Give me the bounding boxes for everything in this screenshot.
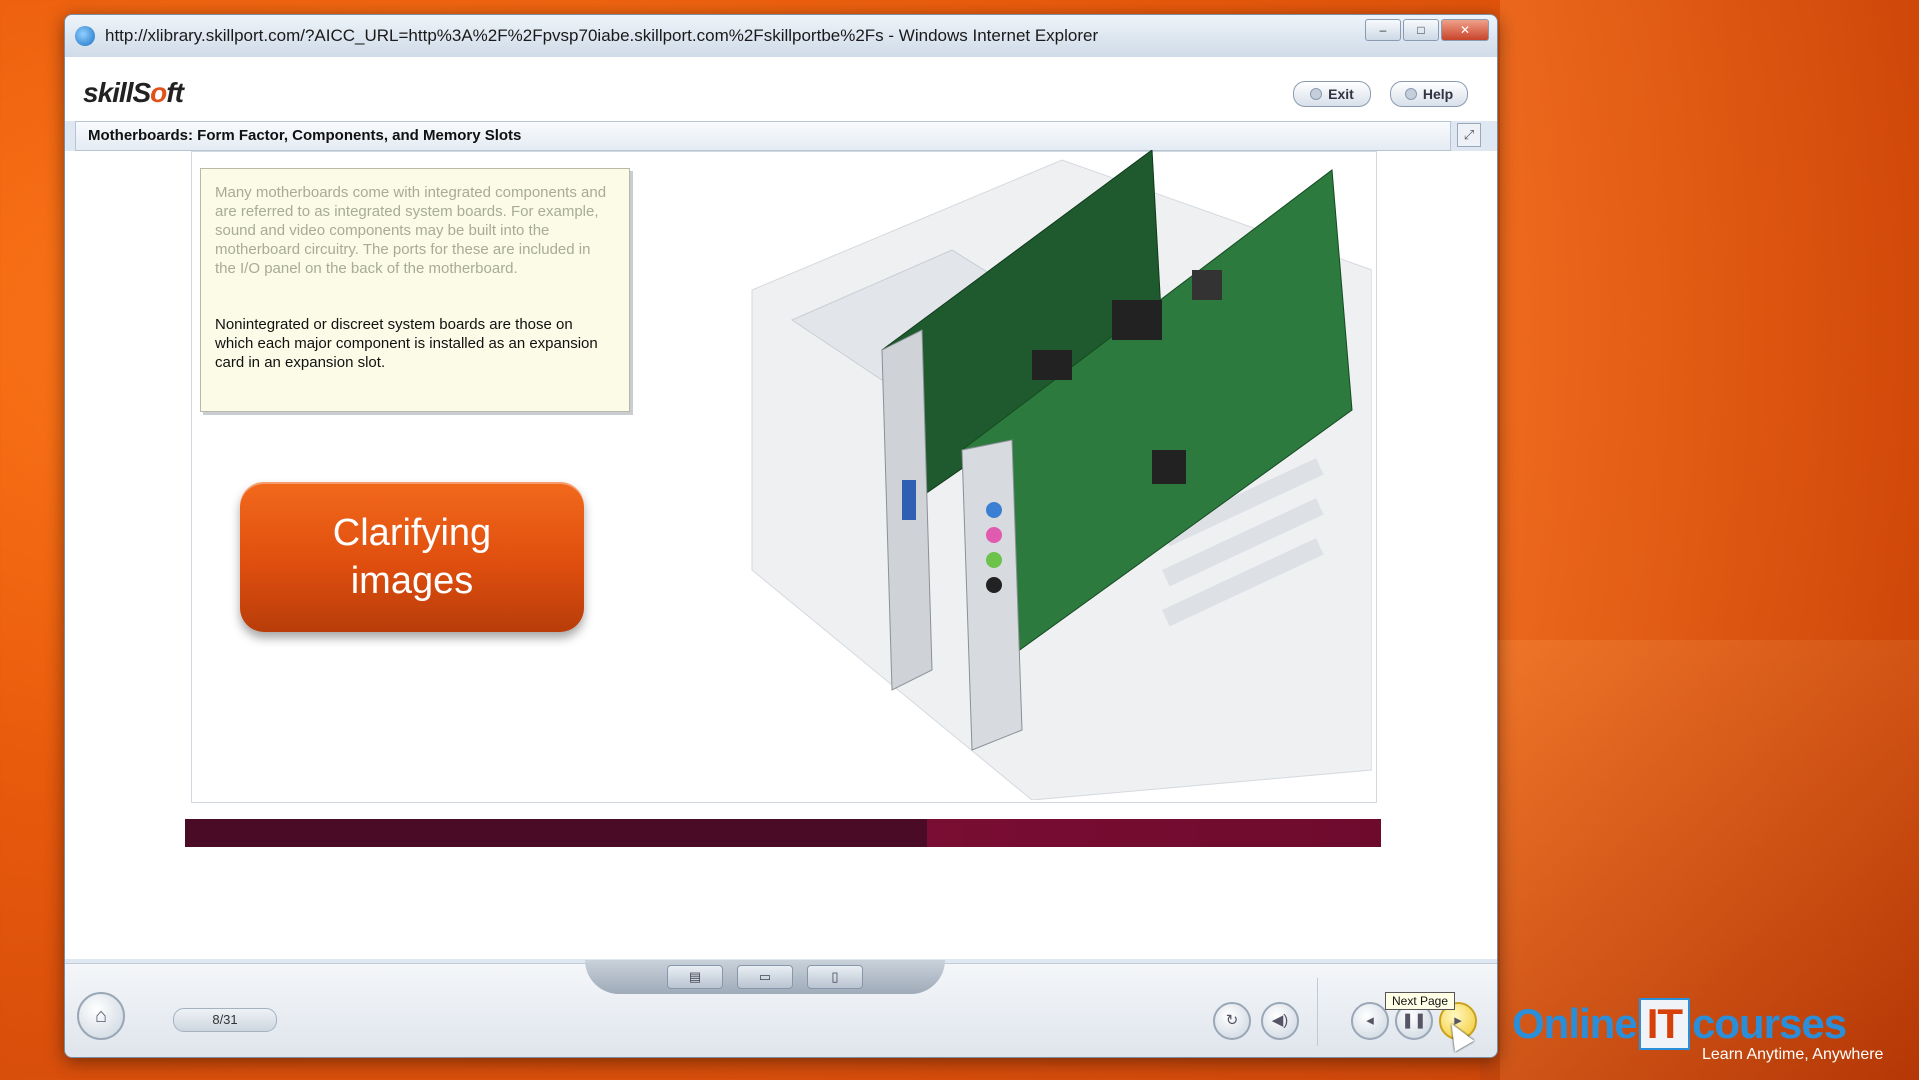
callout-text-main: Nonintegrated or discreet system boards … [215, 316, 598, 371]
watermark-tagline: Learn Anytime, Anywhere [1702, 1046, 1884, 1063]
window-title: http://xlibrary.skillport.com/?AICC_URL=… [105, 26, 1099, 45]
center-tray: ▤ ▭ ▯ [585, 960, 945, 994]
course-title-bar: Motherboards: Form Factor, Components, a… [75, 121, 1451, 151]
watermark-brand-right: courses [1692, 1000, 1847, 1047]
ie-icon [75, 26, 95, 46]
logo-prefix: skillS [83, 77, 151, 108]
title-bar[interactable]: http://xlibrary.skillport.com/?AICC_URL=… [65, 15, 1497, 58]
watermark-brand-left: Online [1512, 1000, 1638, 1047]
close-button[interactable]: ✕ [1441, 19, 1489, 41]
replay-icon[interactable]: ↻ [1213, 1002, 1251, 1040]
watermark-brand-it: IT [1638, 998, 1691, 1050]
help-icon [1404, 88, 1417, 100]
next-page-tooltip: Next Page [1385, 992, 1456, 1010]
content-area: Many motherboards come with integrated c… [65, 150, 1497, 959]
app-header: skillSoft Exit Help [65, 57, 1497, 121]
clarifying-images-label: Clarifying images [240, 482, 584, 632]
browser-window: http://xlibrary.skillport.com/?AICC_URL=… [64, 14, 1498, 1058]
watermark-logo: Online IT courses Learn Anytime, Anywhere [1512, 998, 1883, 1063]
course-title: Motherboards: Form Factor, Components, a… [88, 127, 522, 144]
exit-icon [1310, 88, 1323, 100]
previous-page-icon[interactable]: ◂ [1351, 1002, 1389, 1040]
highlight-line-1: Clarifying [332, 512, 492, 554]
logo-suffix: ft [166, 77, 184, 108]
home-button[interactable]: ⌂ [77, 992, 125, 1040]
logo-o: o [150, 77, 167, 108]
player-controls: ▤ ▭ ▯ ⌂ 8/31 ↻ ◀) ◂ ❚❚ ▸ Next Page [65, 960, 1497, 1057]
audio-icon[interactable]: ◀) [1261, 1002, 1299, 1040]
expand-icon[interactable]: ⤢ [1457, 123, 1481, 147]
help-button[interactable]: Help [1390, 81, 1468, 107]
info-callout: Many motherboards come with integrated c… [200, 168, 630, 412]
slide-frame: Many motherboards come with integrated c… [191, 150, 1377, 803]
window-controls: – □ ✕ [1365, 19, 1489, 41]
highlight-line-2: images [350, 560, 474, 602]
motherboard-illustration [751, 150, 1372, 800]
minimize-button[interactable]: – [1365, 19, 1401, 41]
skillsoft-logo: skillSoft [83, 77, 184, 109]
maximize-button[interactable]: □ [1403, 19, 1439, 41]
progress-bar [185, 819, 1381, 847]
callout-text-muted: Many motherboards come with integrated c… [215, 184, 607, 277]
separator [1317, 978, 1318, 1046]
glossary-icon[interactable]: ▭ [737, 965, 793, 989]
exit-label: Exit [1328, 86, 1354, 102]
menu-icon[interactable]: ▤ [667, 965, 723, 989]
notes-icon[interactable]: ▯ [807, 965, 863, 989]
progress-fill [185, 819, 927, 847]
page-indicator: 8/31 [173, 1008, 277, 1032]
watermark-brand: Online IT courses [1512, 998, 1847, 1050]
help-label: Help [1422, 86, 1454, 102]
exit-button[interactable]: Exit [1293, 81, 1371, 107]
